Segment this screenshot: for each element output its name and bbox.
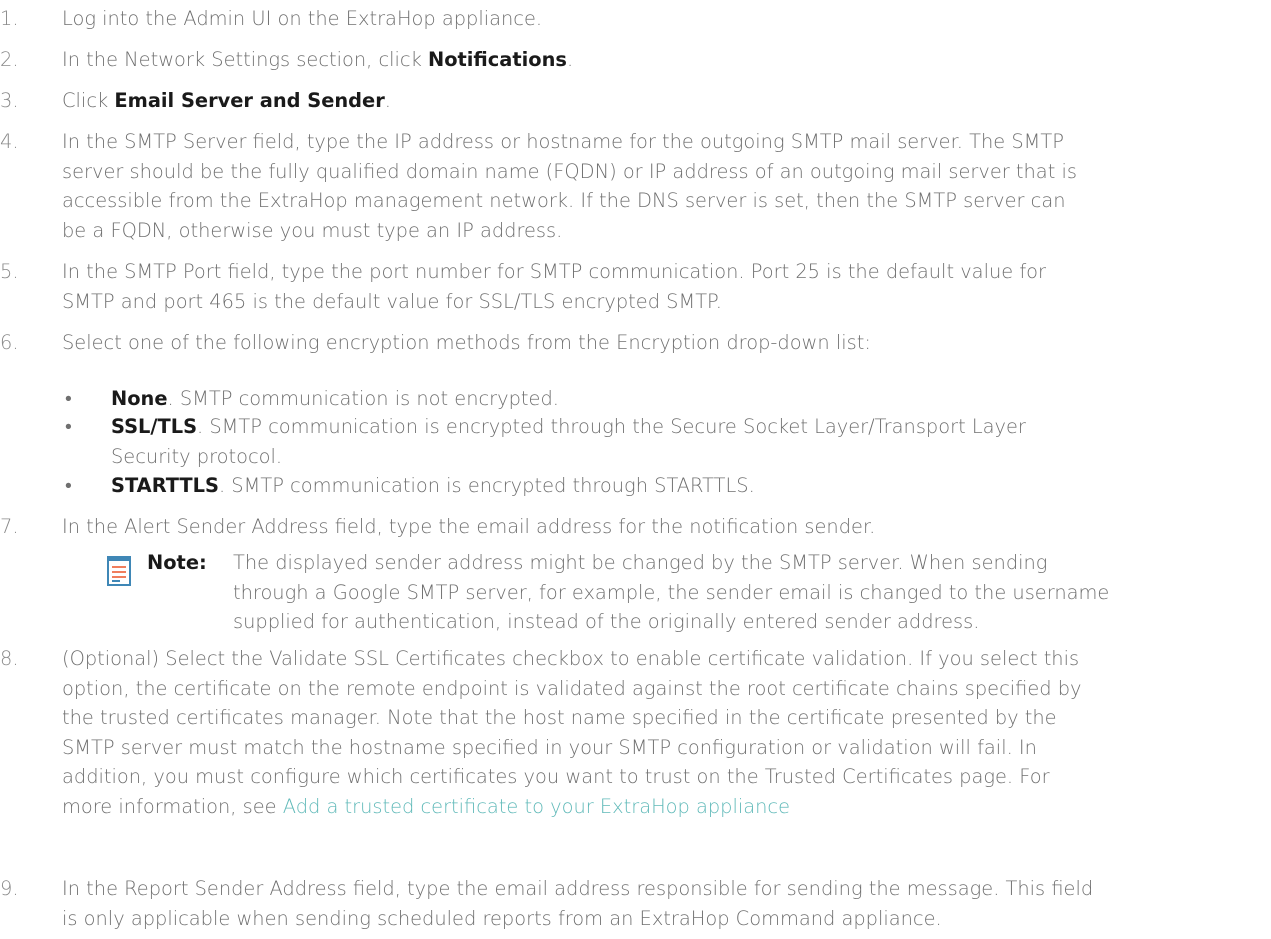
step-number: 4. xyxy=(0,130,19,153)
ui-term-notifications: Notifications xyxy=(427,48,567,71)
option-name: SSL/TLS xyxy=(111,415,198,438)
step-text-line: be a FQDN, otherwise you must type an IP… xyxy=(62,218,563,242)
step-text-line: is only applicable when sending schedule… xyxy=(62,906,942,930)
step-text-line: more information, see Add a trusted cert… xyxy=(62,792,1271,822)
step-text-line: addition, you must configure which certi… xyxy=(62,765,1050,788)
step-text: Select one of the following encryption m… xyxy=(62,331,871,354)
step-number: 6. xyxy=(0,331,19,354)
trusted-certificate-link[interactable]: Add a trusted certificate to your ExtraH… xyxy=(283,795,790,818)
step-number: 3. xyxy=(0,89,19,112)
step-number: 2. xyxy=(0,48,19,71)
bullet-glyph: • xyxy=(65,387,72,410)
step-number: 8. xyxy=(0,647,19,670)
step-text-line: server should be the fully qualified dom… xyxy=(62,159,1077,183)
option-name: STARTTLS xyxy=(111,474,219,497)
step-text-line: the trusted certificates manager. Note t… xyxy=(62,706,1057,729)
note-label: Note: xyxy=(147,551,207,574)
step-text-line: accessible from the ExtraHop management … xyxy=(62,189,1066,212)
step-text-line: In the SMTP Server field, type the IP ad… xyxy=(62,130,1064,153)
step-number: 1. xyxy=(0,7,19,30)
step-text-post: . xyxy=(566,48,574,71)
option-text: STARTTLS. SMTP communication is encrypte… xyxy=(111,471,1271,501)
step-text-pre: Click xyxy=(62,89,115,112)
step-text-line: SMTP server must match the hostname spec… xyxy=(62,735,1037,759)
note-icon xyxy=(107,556,131,586)
instructions-document: 1. Log into the Admin UI on the ExtraHop… xyxy=(0,0,1271,939)
ui-term-email-server-and-sender: Email Server and Sender xyxy=(114,89,385,112)
option-description: . SMTP communication is encrypted throug… xyxy=(218,474,755,497)
step-text: Click Email Server and Sender. xyxy=(62,86,1271,116)
note-text-line: supplied for authentication, instead of … xyxy=(233,610,980,633)
option-description: . SMTP communication is not encrypted. xyxy=(167,387,559,410)
step-text-line: In the SMTP Port field, type the port nu… xyxy=(62,260,1046,283)
option-description-cont: Security protocol. xyxy=(111,444,283,468)
step-text: In the Network Settings section, click N… xyxy=(62,45,1271,75)
option-description: . SMTP communication is encrypted throug… xyxy=(197,415,1026,438)
option-text: None. SMTP communication is not encrypte… xyxy=(111,384,1271,414)
step-text-line: In the Report Sender Address field, type… xyxy=(62,877,1094,900)
step-number: 9. xyxy=(0,877,19,900)
step-text-line: (Optional) Select the Validate SSL Certi… xyxy=(62,647,1080,670)
option-text: SSL/TLS. SMTP communication is encrypted… xyxy=(111,412,1271,442)
step-text-pre: more information, see xyxy=(62,794,283,818)
step-text-line: option, the certificate on the remote en… xyxy=(62,676,1082,700)
bullet-glyph: • xyxy=(65,474,72,497)
option-name: None xyxy=(111,387,168,410)
step-number: 5. xyxy=(0,260,19,283)
step-text-line: SMTP and port 465 is the default value f… xyxy=(62,289,722,313)
note-text-line: through a Google SMTP server, for exampl… xyxy=(233,580,1110,604)
bullet-glyph: • xyxy=(65,415,72,438)
step-text: In the Alert Sender Address field, type … xyxy=(62,515,876,538)
note-text-line: The displayed sender address might be ch… xyxy=(233,551,1048,574)
step-text-pre: In the Network Settings section, click xyxy=(62,48,428,71)
step-number: 7. xyxy=(0,515,19,538)
step-text: Log into the Admin UI on the ExtraHop ap… xyxy=(62,7,543,30)
step-text-post: . xyxy=(384,89,391,112)
